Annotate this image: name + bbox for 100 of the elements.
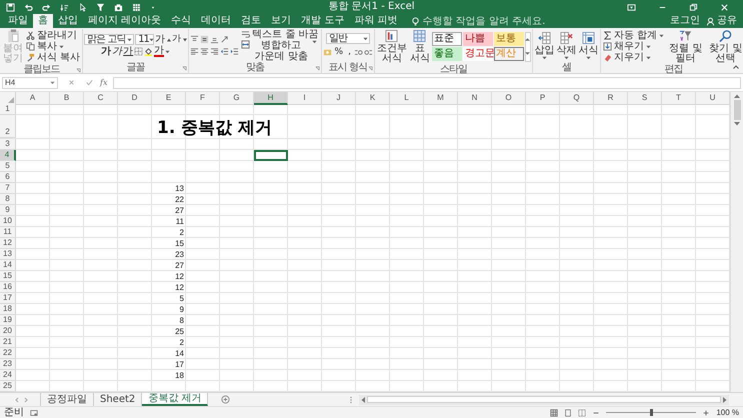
row-header[interactable]: 24 (0, 370, 16, 381)
column-header[interactable]: U (696, 92, 730, 105)
italic-button[interactable]: 가 (112, 46, 122, 57)
wrap-text-button[interactable]: 텍스트 줄 바꿈 (240, 29, 320, 40)
row-header[interactable]: 9 (0, 205, 16, 216)
column-header[interactable]: T (662, 92, 696, 105)
ribbon-tab[interactable]: 파워 피벗 (349, 14, 403, 28)
sort-filter-button[interactable]: 정렬 및 필터 (666, 29, 706, 64)
row-header[interactable]: 16 (0, 282, 16, 293)
row-header[interactable]: 17 (0, 293, 16, 304)
row-header[interactable]: 11 (0, 227, 16, 238)
column-header[interactable]: R (594, 92, 628, 105)
column-header[interactable]: K (356, 92, 390, 105)
row-header[interactable]: 7 (0, 183, 16, 194)
column-header[interactable]: D (118, 92, 152, 105)
autosum-button[interactable]: 자동 합계 (602, 30, 666, 41)
column-header[interactable]: O (492, 92, 526, 105)
percent-button[interactable]: % (332, 46, 346, 58)
row-header[interactable]: 3 (0, 139, 16, 150)
row-header[interactable]: 5 (0, 161, 16, 172)
ribbon-tab[interactable]: 페이지 레이아웃 (83, 14, 166, 28)
font-name-field[interactable]: 맑은 고딕 (84, 34, 134, 45)
row-header[interactable]: 19 (0, 315, 16, 326)
cell-style[interactable]: 좋음 (432, 47, 462, 61)
fill-button[interactable]: 채우기 (602, 41, 666, 52)
row-header[interactable]: 22 (0, 348, 16, 359)
row-header[interactable]: 13 (0, 249, 16, 260)
row-header[interactable]: 10 (0, 216, 16, 227)
group-label: 셀 (562, 62, 571, 73)
ribbon-tab[interactable]: 데이터 (196, 14, 236, 28)
cells-command[interactable]: 삭제 (556, 31, 577, 60)
clipboard-command[interactable]: 잘라내기 (25, 30, 82, 41)
column-header[interactable]: A (16, 92, 50, 105)
row-header[interactable]: 15 (0, 271, 16, 282)
share-button[interactable]: 공유 (706, 15, 737, 27)
sign-in-link[interactable]: 로그인 (670, 15, 700, 27)
table-cell-text: 13 (174, 184, 185, 194)
column-header[interactable]: M (424, 92, 458, 105)
cell-style[interactable]: 경고문 (462, 47, 493, 61)
group-label: 글꼴 (126, 62, 145, 73)
column-header[interactable]: Q (560, 92, 594, 105)
row-header[interactable]: 14 (0, 260, 16, 271)
font-color-button[interactable]: 가 (154, 46, 164, 57)
conditional-format-button[interactable]: 조건부 서식 (376, 29, 408, 64)
column-header[interactable]: J (322, 92, 356, 105)
underline-button[interactable]: 가 (123, 46, 134, 57)
row-header[interactable]: 2 (0, 115, 16, 138)
table-cell-text: 12 (174, 272, 185, 282)
column-header[interactable]: N (458, 92, 492, 105)
row-header[interactable]: 4 (0, 150, 16, 161)
row-header[interactable]: 6 (0, 172, 16, 183)
column-header[interactable]: H (254, 92, 288, 105)
name-box[interactable]: H4 (2, 76, 58, 88)
column-header[interactable]: B (50, 92, 84, 105)
row-header[interactable]: 8 (0, 194, 16, 205)
ribbon-tab[interactable]: 수식 (166, 14, 196, 28)
row-header[interactable]: 1 (0, 104, 16, 115)
merge-center-button[interactable]: 병합하고 가운데 맞춤 (240, 40, 320, 62)
cell-style[interactable]: 표준 (432, 32, 462, 46)
clear-button[interactable]: 지우기 (602, 52, 666, 63)
cells-command[interactable]: 삽입 (534, 31, 555, 60)
font-size-field[interactable]: 11 (135, 34, 154, 45)
clipboard-command[interactable]: 복사 (25, 41, 82, 52)
comma-button[interactable]: , (346, 46, 353, 58)
cells-command[interactable]: 서식 (578, 31, 599, 60)
clipboard-command[interactable]: 서식 복사 (25, 52, 82, 63)
ribbon-tab[interactable]: 파일 (3, 14, 33, 28)
row-header[interactable]: 20 (0, 326, 16, 337)
column-header[interactable]: G (220, 92, 254, 105)
ribbon-tab[interactable]: 삽입 (53, 14, 83, 28)
table-cell-text: 27 (174, 261, 185, 271)
format-table-button[interactable]: 표 서식 (408, 29, 431, 64)
row-header[interactable]: 21 (0, 337, 16, 348)
row-header[interactable]: 25 (0, 381, 16, 392)
sheet-tab[interactable]: 중복값 제거 (142, 393, 208, 406)
row-header[interactable]: 12 (0, 238, 16, 249)
column-header[interactable]: F (186, 92, 220, 105)
ribbon-tab[interactable]: 홈 (33, 14, 53, 28)
column-header[interactable]: C (84, 92, 118, 105)
cell-style[interactable]: 나쁨 (462, 32, 493, 46)
column-header[interactable]: E (152, 92, 186, 105)
column-header[interactable]: P (526, 92, 560, 105)
column-header[interactable]: S (628, 92, 662, 105)
shrink-font-button[interactable]: 가 (172, 34, 188, 45)
insert-function-button[interactable]: fx (97, 78, 110, 87)
group-label: 스타일 (440, 64, 467, 75)
ribbon-tab[interactable]: 검토 (236, 14, 266, 28)
find-select-button[interactable]: 찾기 및 선택 (706, 29, 743, 64)
column-header[interactable]: L (390, 92, 424, 105)
ribbon-tab[interactable]: 개발 도구 (296, 14, 350, 28)
column-header[interactable]: I (288, 92, 322, 105)
cell-style[interactable]: 보통 (494, 32, 524, 46)
number-format-field[interactable]: 일반 (326, 33, 370, 44)
tell-me-field[interactable]: 수행할 작업을 알려 주세요. (422, 15, 553, 27)
ribbon-tab[interactable]: 보기 (266, 14, 296, 28)
row-header[interactable]: 18 (0, 304, 16, 315)
bold-button[interactable]: 가 (101, 46, 112, 57)
grow-font-button[interactable]: 가 (155, 34, 172, 45)
zoom-level[interactable]: 100 % (716, 408, 739, 417)
row-header[interactable]: 23 (0, 359, 16, 370)
